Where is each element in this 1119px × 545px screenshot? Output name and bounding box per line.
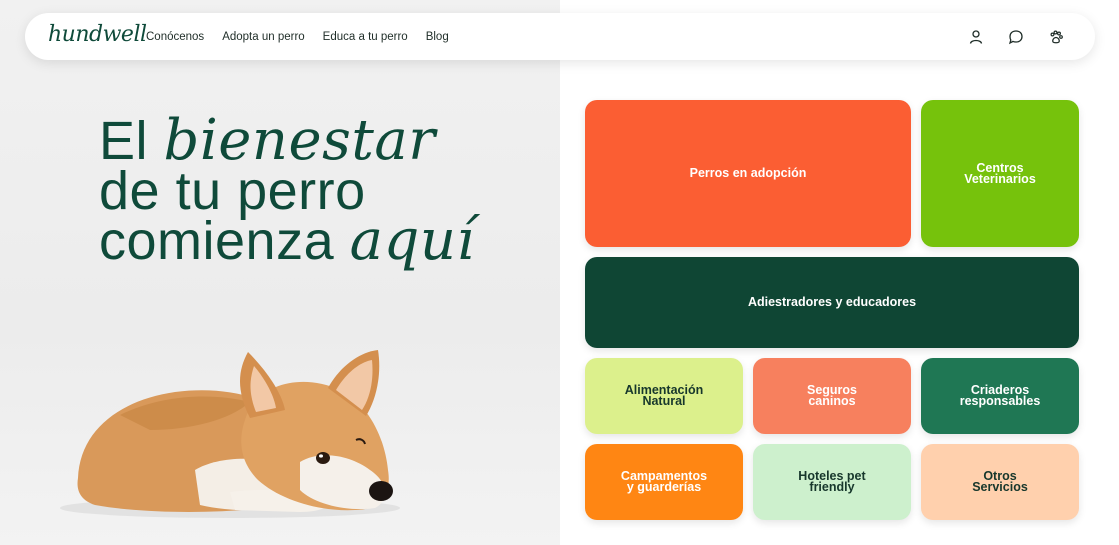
nav-icons [967,13,1065,60]
logo[interactable]: hundwell [48,22,147,47]
tile-centros-veterinarios[interactable]: Centros Veterinarios [921,100,1079,247]
hero-section: El bienestar de tu perro comienza aquí [0,0,560,545]
tile-hoteles-pet-friendly[interactable]: Hoteles pet friendly [753,444,911,520]
tile-label: Hoteles pet friendly [798,470,865,494]
tile-label-line: Natural [642,394,686,408]
nav-link-adopta[interactable]: Adopta un perro [222,31,304,43]
tile-label-line: Veterinarios [964,171,1036,186]
tile-label-line: Servicios [972,480,1028,494]
user-icon[interactable] [967,28,985,46]
tile-label-line: y guarderías [626,480,702,494]
tile-label: Seguros caninos [807,384,857,408]
tile-alimentacion-natural[interactable]: Alimentación Natural [585,358,743,434]
chat-icon[interactable] [1007,28,1025,46]
main-nav: Conócenos Adopta un perro Educa a tu per… [146,13,449,60]
paw-icon[interactable] [1047,28,1065,46]
top-navbar: hundwell Conócenos Adopta un perro Educa… [25,13,1095,60]
tile-label: Perros en adopción [689,166,807,180]
tile-perros-en-adopcion[interactable]: Perros en adopción [585,100,911,247]
tile-label: Adiestradores y educadores [747,295,917,309]
nav-link-educa[interactable]: Educa a tu perro [323,31,408,43]
tile-label: Centros Veterinarios [964,161,1036,186]
tile-criaderos-responsables[interactable]: Criaderos responsables [921,358,1079,434]
tile-label-line: responsables [959,394,1041,408]
tile-otros-servicios[interactable]: Otros Servicios [921,444,1079,520]
tile-adiestradores[interactable]: Adiestradores y educadores [585,257,1079,348]
tile-label: Criaderos responsables [959,384,1041,408]
tile-label-line: caninos [808,394,856,408]
nav-link-conocenos[interactable]: Conócenos [146,31,204,43]
tile-label-line: friendly [809,480,855,494]
dog-photo [60,350,400,518]
tile-seguros-caninos[interactable]: Seguros caninos [753,358,911,434]
tile-label: Campamentos y guarderías [621,470,707,494]
nav-link-blog[interactable]: Blog [426,31,449,43]
tile-campamentos-guarderias[interactable]: Campamentos y guarderías [585,444,743,520]
tile-label: Alimentación Natural [625,384,704,408]
tile-label: Otros Servicios [972,470,1028,494]
